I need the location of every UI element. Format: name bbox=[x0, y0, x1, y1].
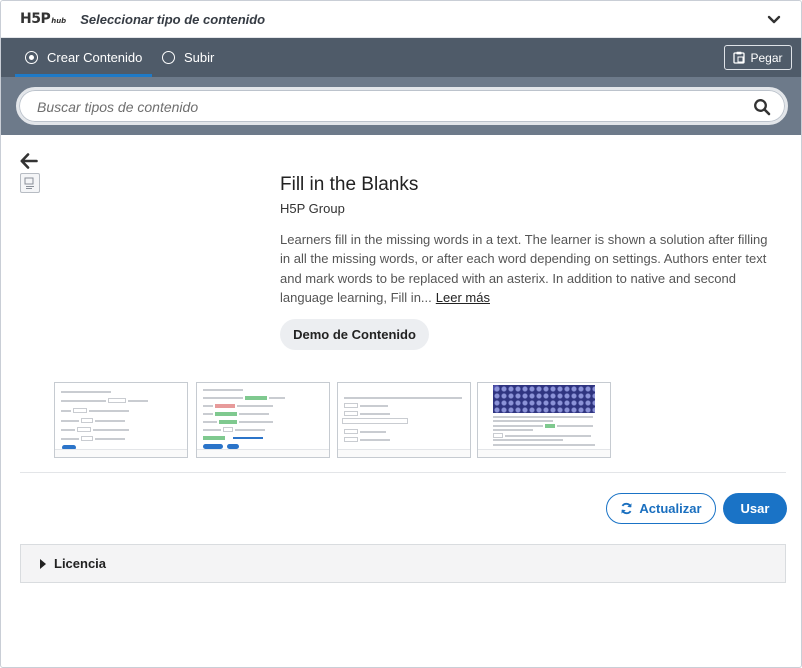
radio-selected-icon bbox=[25, 51, 38, 64]
content-type-description: Learners fill in the missing words in a … bbox=[280, 232, 768, 305]
radio-unselected-icon bbox=[162, 51, 175, 64]
hub-header[interactable]: H5P hub Seleccionar tipo de contenido bbox=[1, 1, 801, 38]
refresh-icon bbox=[621, 502, 633, 515]
arrow-left-icon[interactable] bbox=[20, 153, 38, 169]
license-panel-toggle[interactable]: Licencia bbox=[20, 544, 786, 583]
paste-button[interactable]: Pegar bbox=[724, 45, 792, 70]
tab-label: Crear Contenido bbox=[47, 50, 143, 65]
screenshot-thumbnail[interactable] bbox=[337, 382, 471, 458]
read-more-link[interactable]: Leer más bbox=[436, 290, 490, 305]
update-button[interactable]: Actualizar bbox=[606, 493, 716, 524]
divider bbox=[20, 472, 786, 473]
content-type-icon bbox=[20, 173, 40, 193]
search-box[interactable] bbox=[16, 87, 788, 125]
tab-bar: Crear Contenido Subir Pegar bbox=[1, 38, 801, 77]
h5p-hub-logo: H5P hub bbox=[20, 11, 67, 27]
use-button[interactable]: Usar bbox=[723, 493, 787, 524]
license-label: Licencia bbox=[54, 556, 107, 571]
update-label: Actualizar bbox=[639, 501, 702, 516]
caret-right-icon bbox=[40, 558, 46, 569]
search-input[interactable] bbox=[37, 96, 727, 118]
demo-button[interactable]: Demo de Contenido bbox=[280, 319, 429, 350]
hub-title: Seleccionar tipo de contenido bbox=[80, 11, 266, 27]
screenshot-thumbnail[interactable] bbox=[54, 382, 188, 458]
content-type-owner: H5P Group bbox=[280, 201, 345, 216]
h5p-hub-panel: H5P hub Seleccionar tipo de contenido Cr… bbox=[0, 0, 802, 668]
search-icon[interactable] bbox=[753, 98, 771, 116]
clipboard-icon bbox=[733, 51, 746, 64]
screenshot-thumbnail[interactable] bbox=[477, 382, 611, 458]
tab-create-content[interactable]: Crear Contenido bbox=[15, 38, 152, 77]
tab-upload[interactable]: Subir bbox=[161, 38, 214, 77]
paste-label: Pegar bbox=[750, 50, 783, 65]
screenshot-thumbnail[interactable] bbox=[196, 382, 330, 458]
chevron-down-icon[interactable] bbox=[767, 12, 781, 26]
search-bar bbox=[1, 77, 801, 135]
tab-label: Subir bbox=[184, 50, 215, 65]
content-type-title: Fill in the Blanks bbox=[280, 174, 419, 195]
